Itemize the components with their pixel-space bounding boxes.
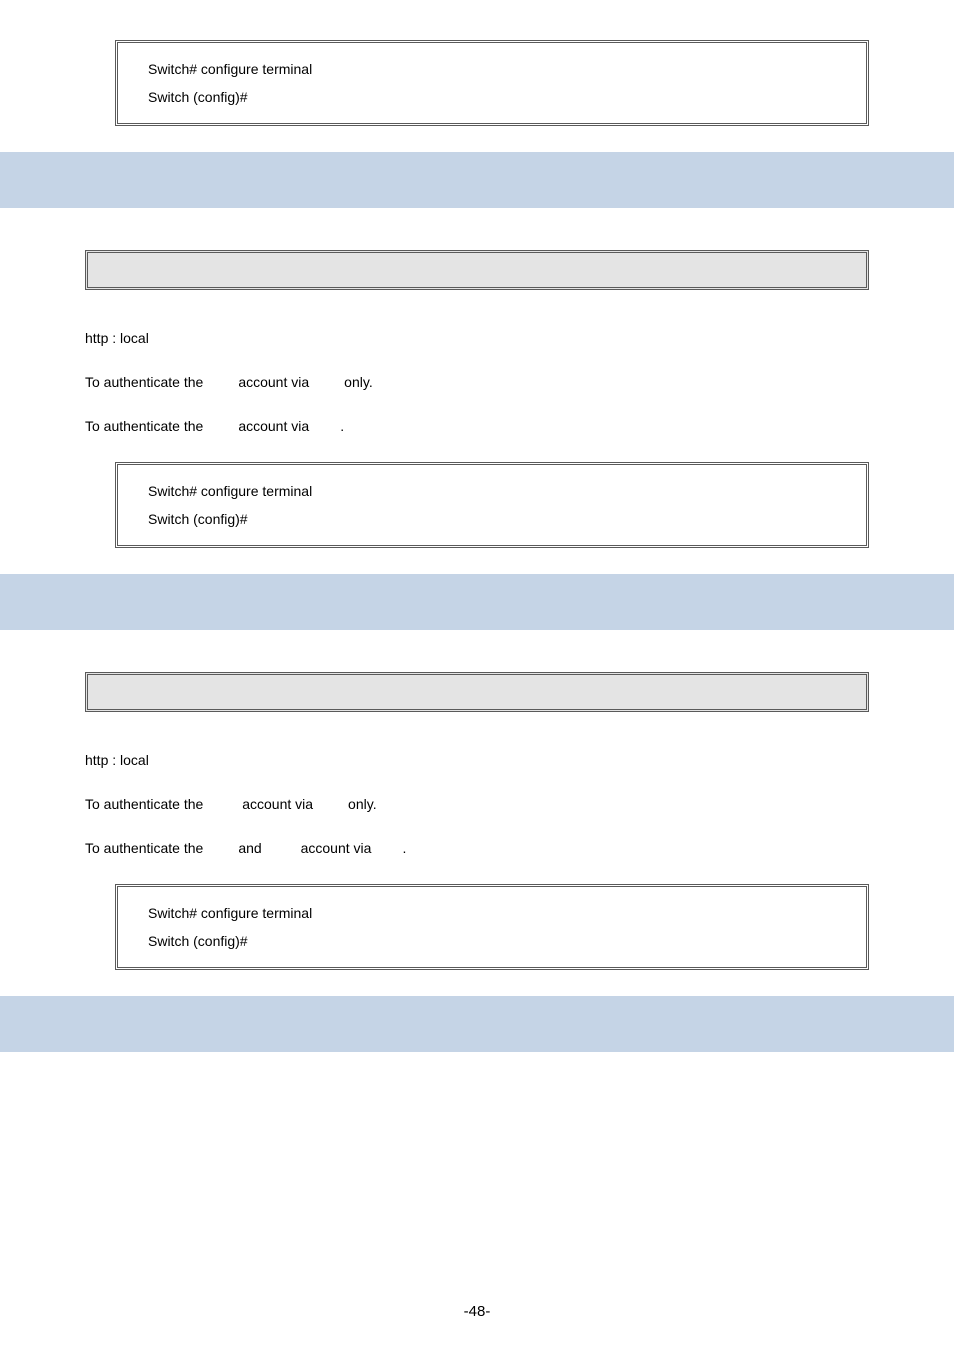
- section-heading-band: [0, 574, 954, 630]
- code-line: Switch# configure terminal: [148, 55, 836, 83]
- text-gap: [266, 840, 297, 856]
- description-line: To authenticate the and account via .: [85, 840, 869, 856]
- text-fragment: .: [403, 840, 407, 856]
- text-fragment: To authenticate the: [85, 374, 207, 390]
- code-line: Switch (config)#: [148, 83, 836, 111]
- text-gap: [313, 418, 340, 434]
- code-line: Switch# configure terminal: [148, 477, 836, 505]
- text-fragment: and: [234, 840, 265, 856]
- code-line: Switch (config)#: [148, 505, 836, 533]
- text-fragment: .: [340, 418, 344, 434]
- default-line: http : local: [85, 330, 869, 346]
- code-box-1: Switch# configure terminal Switch (confi…: [115, 40, 869, 126]
- text-gap: [207, 374, 234, 390]
- description-line: To authenticate the account via only.: [85, 374, 869, 390]
- text-fragment: To authenticate the: [85, 418, 207, 434]
- text-fragment: To authenticate the: [85, 796, 207, 812]
- code-line: Switch (config)#: [148, 927, 836, 955]
- text-gap: [207, 840, 234, 856]
- text-fragment: only.: [340, 374, 372, 390]
- text-gap: [313, 374, 340, 390]
- code-line: Switch# configure terminal: [148, 899, 836, 927]
- code-box-2: Switch# configure terminal Switch (confi…: [115, 462, 869, 548]
- syntax-box: [85, 672, 869, 712]
- page-number: -48-: [0, 1303, 954, 1320]
- text-gap: [207, 418, 234, 434]
- description-line: To authenticate the account via only.: [85, 796, 869, 812]
- text-fragment: To authenticate the: [85, 840, 207, 856]
- section-heading-band: [0, 152, 954, 208]
- default-line: http : local: [85, 752, 869, 768]
- text-fragment: account via: [297, 840, 376, 856]
- text-gap: [207, 796, 238, 812]
- section-heading-band: [0, 996, 954, 1052]
- code-box-3: Switch# configure terminal Switch (confi…: [115, 884, 869, 970]
- text-fragment: account via: [234, 374, 313, 390]
- text-gap: [317, 796, 344, 812]
- text-gap: [375, 840, 402, 856]
- text-fragment: account via: [234, 418, 313, 434]
- text-fragment: account via: [238, 796, 317, 812]
- description-line: To authenticate the account via .: [85, 418, 869, 434]
- syntax-box: [85, 250, 869, 290]
- text-fragment: only.: [344, 796, 376, 812]
